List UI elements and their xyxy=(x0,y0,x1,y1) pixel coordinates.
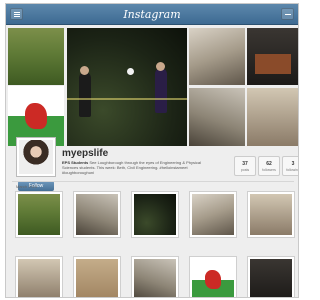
stat-followers-value: 62 xyxy=(266,161,272,167)
divider xyxy=(12,181,294,182)
profile-bio: EPS Students See Loughborough through th… xyxy=(62,160,212,175)
stat-posts-value: 37 xyxy=(242,161,248,167)
stat-following-label: following xyxy=(286,168,299,172)
avatar[interactable] xyxy=(16,137,56,177)
collage-photo-group[interactable] xyxy=(247,88,298,146)
grid-photo[interactable] xyxy=(15,191,63,238)
collage-photo-football-grass[interactable] xyxy=(8,28,64,85)
grid-photo[interactable] xyxy=(247,191,295,238)
grid-photo[interactable] xyxy=(189,256,237,297)
collage-photo-restaurant[interactable] xyxy=(247,28,298,85)
collage-photo-night-football[interactable] xyxy=(67,28,187,146)
instagram-window: Instagram Follow myepslife EPS Students … xyxy=(5,3,299,298)
grid-photo[interactable] xyxy=(73,191,121,238)
stat-following-value: 3 xyxy=(291,161,295,167)
stat-followers-label: followers xyxy=(262,168,276,172)
collage-photo-lab[interactable] xyxy=(189,28,245,85)
stat-posts-label: posts xyxy=(240,168,250,172)
stat-followers[interactable]: 62 followers xyxy=(258,156,280,176)
collage-photo-meeting[interactable] xyxy=(189,88,245,146)
grid-photo[interactable] xyxy=(131,256,179,297)
inbox-icon[interactable] xyxy=(281,8,294,20)
app-title: Instagram xyxy=(123,8,181,21)
stat-following[interactable]: 3 following xyxy=(282,156,299,176)
grid-photo[interactable] xyxy=(73,256,121,297)
section-date-label: March 2015 xyxy=(16,184,38,189)
profile-username: myepslife xyxy=(62,148,109,159)
grid-photo[interactable] xyxy=(131,191,179,238)
grid-photo[interactable] xyxy=(15,256,63,297)
grid-photo[interactable] xyxy=(247,256,295,297)
grid-photo[interactable] xyxy=(189,191,237,238)
top-bar: Instagram xyxy=(6,4,298,25)
stat-posts[interactable]: 37 posts xyxy=(234,156,256,176)
